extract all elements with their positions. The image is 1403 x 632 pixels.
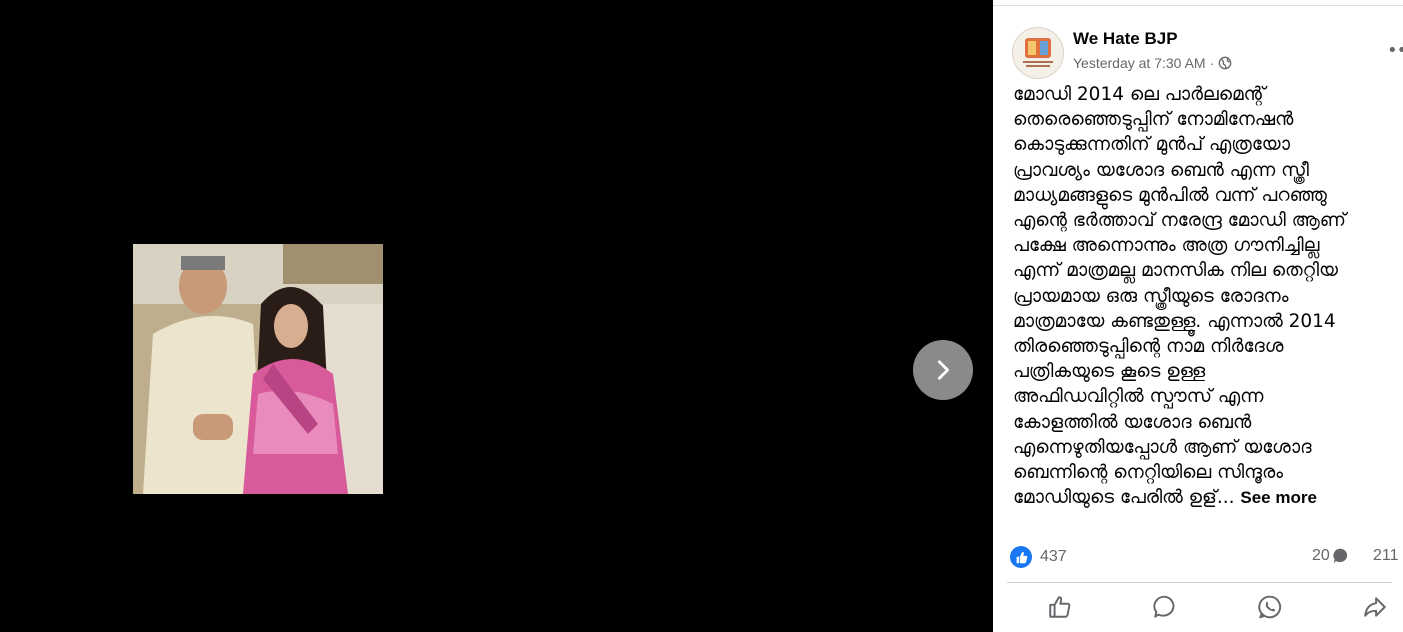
chevron-right-icon — [937, 360, 949, 380]
comment-bubble-icon — [1153, 595, 1175, 618]
more-options-button[interactable]: •• — [1387, 40, 1403, 61]
post-message: മോഡി 2014 ലെ പാർലമെന്റ് തെരെഞ്ഞെടുപ്പിന്… — [1013, 82, 1403, 510]
comments-count: 20 — [1312, 547, 1330, 564]
post-line: പക്ഷേ അന്നൊന്നും അത്ര ഗൗനിച്ചില്ല — [1013, 235, 1320, 257]
post-line: എന്റെ ഭർത്താവ് നരേന്ദ്ര മോഡി ആണ് — [1013, 210, 1346, 232]
post-line: എന്ന് മാത്രമല്ല മാനസിക നില തെറ്റിയ — [1013, 260, 1338, 282]
post-line: പത്രികയുടെ കൂടെ ഉള്ള — [1013, 361, 1206, 383]
globe-icon — [1218, 56, 1232, 70]
page-name-link[interactable]: We Hate BJP — [1073, 29, 1178, 49]
post-panel: We Hate BJP Yesterday at 7:30 AM · •• മോ… — [993, 0, 1403, 632]
post-line: പ്രാവശ്യം യശോദ ബെൻ എന്ന സ്ത്രീ — [1013, 159, 1309, 181]
see-more-link[interactable]: See more — [1240, 488, 1317, 507]
comment-count-icon — [1333, 548, 1347, 564]
like-reaction-icon — [1010, 546, 1032, 568]
post-line: എന്നെഴുതിയപ്പോൾ ആണ് യശോദ — [1013, 436, 1312, 458]
panel-top-divider — [993, 5, 1403, 6]
post-line: ബെന്നിന്റെ നെറ്റിയിലെ സിന്ദൂരം — [1013, 462, 1283, 484]
post-line: മോഡി 2014 ലെ പാർലമെന്റ് — [1013, 84, 1266, 105]
post-line: മോഡിയുടെ പേരിൽ ഉള്... — [1013, 487, 1235, 509]
post-line: തിരഞ്ഞെടുപ്പിന്റെ നാമ നിർദേശ — [1013, 336, 1284, 358]
post-meta: Yesterday at 7:30 AM · — [1073, 55, 1232, 71]
post-line: പ്രായമായ ഒരു സ്ത്രീയുടെ രോദനം — [1013, 285, 1289, 307]
post-line: തെരെഞ്ഞെടുപ്പിന് നോമിനേഷൻ — [1013, 109, 1294, 131]
thumbs-up-icon — [1049, 596, 1071, 618]
share-button[interactable] — [1360, 592, 1390, 622]
whatsapp-share-button[interactable] — [1255, 592, 1285, 622]
comments-count-link[interactable]: 20 — [1312, 547, 1350, 565]
whatsapp-icon — [1258, 595, 1282, 619]
reactions-summary[interactable]: 437 — [1010, 546, 1067, 568]
meta-separator: · — [1209, 55, 1215, 71]
post-timestamp[interactable]: Yesterday at 7:30 AM — [1073, 55, 1206, 71]
post-line: മാധ്യമങ്ങളുടെ മുൻപിൽ വന്ന് പറഞ്ഞു — [1013, 184, 1327, 206]
post-line: അഫിഡവിറ്റിൽ സ്പൗസ് എന്ന — [1013, 386, 1264, 408]
page-avatar[interactable] — [1012, 27, 1064, 79]
post-line: മാത്രമായേ കണ്ടതുള്ളൂ. എന്നാൽ 2014 — [1013, 310, 1336, 332]
post-line: കോളത്തിൽ യശോദ ബെൻ — [1013, 411, 1252, 433]
shares-count-link[interactable]: 211 — [1373, 547, 1399, 565]
actions-divider — [1007, 582, 1392, 583]
more-dots-icon: •• — [1387, 40, 1403, 61]
photo-viewer — [0, 0, 993, 632]
share-arrow-icon — [1364, 597, 1386, 617]
post-photo — [133, 244, 383, 494]
post-line: കൊടുക്കുന്നതിന് മുൻപ് എത്രയോ — [1013, 134, 1290, 156]
shares-count: 211 — [1373, 547, 1399, 564]
reactions-count: 437 — [1040, 548, 1067, 565]
next-photo-button[interactable] — [913, 340, 973, 400]
like-button[interactable] — [1045, 592, 1075, 622]
comment-button[interactable] — [1150, 592, 1180, 622]
